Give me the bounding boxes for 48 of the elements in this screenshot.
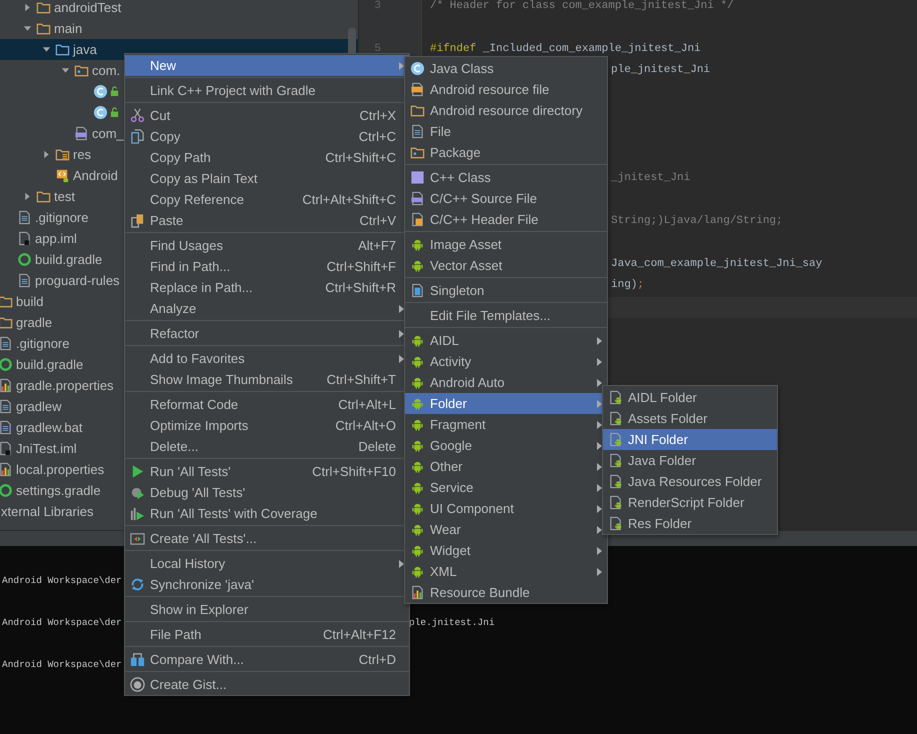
tree-item-label: build.gradle	[16, 357, 84, 372]
shortcut-text: Ctrl+Shift+T	[326, 372, 396, 387]
shortcut-text: Ctrl+D	[358, 652, 396, 667]
tree-item-label: app.iml	[35, 231, 77, 246]
terminal-text: Android Workspace\der	[2, 617, 122, 628]
tree-item-label: JniTest.iml	[16, 441, 77, 456]
shortcut-text: Ctrl+Shift+F10	[312, 464, 396, 479]
tree-item-label: com.	[92, 63, 120, 78]
tree-item-label: Android	[73, 168, 118, 183]
shortcut-text: Ctrl+Alt+F12	[323, 627, 396, 642]
shortcut-text: Ctrl+Alt+Shift+C	[302, 192, 396, 207]
tree-item-label: build.gradle	[35, 252, 102, 267]
code-line: /* Header for class com_example_jnitest_Jni */	[430, 0, 734, 12]
shortcut-text: Alt+F7	[358, 238, 396, 253]
tree-item-label: gradlew	[16, 399, 62, 414]
tree-item-label: gradle	[16, 315, 52, 330]
tree-item-label: res	[73, 147, 92, 162]
shortcut-text: Ctrl+C	[358, 129, 396, 144]
shortcut-text: Ctrl+Shift+R	[325, 280, 396, 295]
code-line: Java_com_example_jnitest_Jni_say	[611, 258, 822, 270]
shortcut-text: Ctrl+Alt+O	[335, 418, 396, 433]
code-line: ple_jnitest_Jni	[611, 64, 710, 76]
tree-item-label: local.properties	[16, 462, 104, 477]
terminal-text: Android Workspace\der	[2, 575, 122, 586]
tree-item-label: main	[54, 21, 82, 36]
tree-item-label: .gitignore	[16, 336, 70, 351]
tree-item-label: test	[54, 189, 75, 204]
tree-item-label: java	[73, 42, 97, 57]
terminal-text: Android Workspace\der	[2, 659, 122, 670]
shortcut-text: Ctrl+Alt+L	[338, 397, 396, 412]
shortcut-text: Ctrl+Shift+F	[326, 259, 396, 274]
tree-item-label: com_	[92, 126, 124, 141]
tree-item-label: androidTest	[54, 0, 122, 15]
code-line: ing);	[611, 279, 644, 292]
terminal-text: ple.jnitest.Jni	[409, 617, 495, 628]
tree-item-label: build	[16, 294, 44, 309]
code-line: #ifndef _Included_com_example_jnitest_Jni	[430, 42, 701, 55]
code-line: String;)Ljava/lang/String;	[611, 214, 783, 227]
shortcut-text: Delete	[358, 439, 396, 454]
shortcut-text: Ctrl+Shift+C	[325, 150, 396, 165]
tree-item-label: gradlew.bat	[16, 420, 82, 435]
tree-item-label: proguard-rules	[35, 273, 120, 288]
tree-item-label: gradle.properties	[16, 378, 114, 393]
tree-item-label: settings.gradle	[16, 483, 101, 498]
shortcut-text: Ctrl+X	[360, 108, 396, 123]
shortcut-text: Ctrl+V	[360, 213, 396, 228]
code-line: _jnitest_Jni	[611, 172, 690, 184]
tree-item-label: .gitignore	[35, 210, 88, 225]
